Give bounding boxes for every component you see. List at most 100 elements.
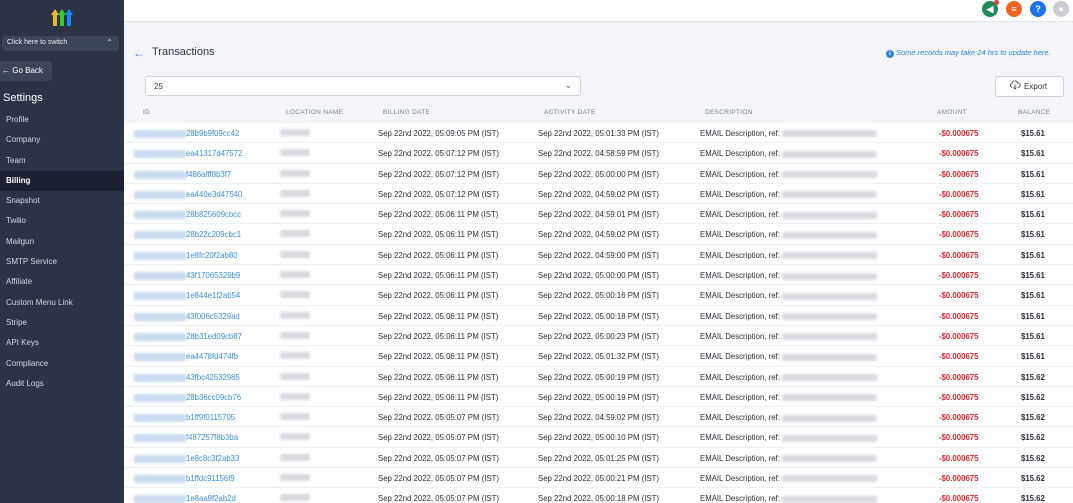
redacted-location (280, 271, 310, 279)
description-cell: EMAIL Description, ref: (700, 352, 878, 361)
sidebar-item-twilio[interactable]: Twilio (0, 211, 124, 231)
redacted-location (280, 210, 310, 218)
redacted-location (280, 250, 310, 258)
redacted-id-prefix (134, 211, 186, 220)
redacted-location (280, 129, 310, 136)
table-row: 43f17065329b9 Sep 22nd 2022, 05:06:11 PM … (124, 265, 1073, 286)
transaction-id-link[interactable]: ea41317d47572 (134, 149, 242, 158)
balance-cell: $15.61 (1021, 189, 1045, 199)
billing-date-cell: Sep 22nd 2022, 05:05:07 PM (IST) (378, 453, 499, 463)
cloud-download-icon (1010, 80, 1021, 90)
transaction-id-link[interactable]: 1e8c8c3f2ab33 (134, 454, 239, 463)
go-back-button[interactable]: ← Go Back (0, 61, 52, 81)
balance-cell: $15.61 (1021, 250, 1045, 260)
app-logo-icon[interactable] (50, 6, 74, 26)
redacted-location (280, 494, 310, 502)
transaction-id-link[interactable]: 43f17065329b9 (134, 271, 240, 280)
location-name-cell (280, 210, 310, 219)
redacted-id-prefix (134, 129, 186, 138)
redacted-location (280, 149, 310, 157)
sidebar-item-compliance[interactable]: Compliance (0, 354, 124, 374)
transaction-id-link[interactable]: f486afff8b3f7 (134, 170, 231, 179)
transaction-id-link[interactable]: 1e844e1f2ab54 (134, 291, 240, 300)
location-name-cell (280, 169, 310, 179)
activity-date-cell: Sep 22nd 2022, 05:00:16 PM (IST) (538, 291, 659, 301)
transaction-id: 43f006c5329ad (186, 311, 240, 321)
table-body: 28b9b9f09cc42 Sep 22nd 2022, 05:09:05 PM … (124, 123, 1073, 503)
activity-date-cell: Sep 22nd 2022, 04:59:01 PM (IST) (538, 210, 659, 220)
sidebar-item-affiliate[interactable]: Affiliate (0, 272, 124, 292)
description-cell: EMAIL Description, ref: (700, 494, 878, 503)
back-arrow-icon[interactable]: ← (133, 46, 145, 60)
list-icon[interactable]: ≡ (1006, 1, 1022, 17)
per-page-select[interactable]: 25 ⌄ (145, 76, 581, 96)
activity-date-cell: Sep 22nd 2022, 05:00:23 PM (IST) (538, 331, 659, 341)
description-text: EMAIL Description, ref: (700, 271, 780, 281)
transaction-id-link[interactable]: 28b22c209cbc1 (134, 230, 241, 239)
user-avatar-icon[interactable]: ● (1053, 1, 1069, 17)
table-row: 28b825609cbcc Sep 22nd 2022, 05:06:11 PM … (124, 204, 1073, 225)
description-cell: EMAIL Description, ref: (700, 332, 878, 341)
transaction-id: 28b36cc09cb76 (186, 392, 242, 402)
redacted-id-prefix (134, 251, 186, 260)
redacted-reference (782, 130, 878, 138)
sidebar-item-team[interactable]: Team (0, 151, 124, 171)
transaction-id-link[interactable]: 1e8fc20f2ab80 (134, 251, 238, 260)
transaction-id: f487257f8b3ba (186, 433, 239, 443)
redacted-location (280, 352, 310, 360)
sidebar-item-smtp-service[interactable]: SMTP Service (0, 252, 124, 272)
description-cell: EMAIL Description, ref: (700, 129, 878, 138)
balance-cell: $15.62 (1021, 392, 1045, 402)
sidebar-item-audit-logs[interactable]: Audit Logs (0, 374, 124, 394)
redacted-id-prefix (134, 150, 186, 159)
amount-cell: -$0.000675 (939, 433, 979, 443)
transaction-id-link[interactable]: 28b825609cbcc (134, 210, 241, 219)
redacted-id-prefix (134, 373, 186, 382)
sidebar-item-profile[interactable]: Profile (0, 110, 124, 130)
transaction-id-link[interactable]: 43fbc42532985 (134, 373, 240, 382)
billing-date-cell: Sep 22nd 2022, 05:06:11 PM (IST) (378, 392, 499, 402)
transaction-id-link[interactable]: 1e8aa9f2ab2d (134, 494, 236, 503)
transaction-id: f486afff8b3f7 (186, 169, 232, 179)
sidebar-item-mailgun[interactable]: Mailgun (0, 232, 124, 252)
location-switcher[interactable]: Click here to switch ⌃ (2, 36, 119, 51)
transaction-id-link[interactable]: 28b31ed09cb87 (134, 332, 242, 341)
redacted-reference (782, 434, 878, 442)
billing-date-cell: Sep 22nd 2022, 05:06:11 PM (IST) (378, 210, 499, 220)
go-back-label: Go Back (12, 66, 43, 75)
transaction-id-link[interactable]: 43f006c5329ad (134, 312, 240, 321)
redacted-reference (782, 475, 878, 483)
transaction-id: ea440e3d47540 (186, 189, 243, 199)
sidebar-item-stripe[interactable]: Stripe (0, 313, 124, 333)
sidebar-item-billing[interactable]: Billing (0, 170, 124, 192)
sidebar-item-api-keys[interactable]: API Keys (0, 333, 124, 353)
table-row: 1e8fc20f2ab80 Sep 22nd 2022, 05:06:11 PM … (124, 244, 1073, 266)
sidebar-item-custom-menu-link[interactable]: Custom Menu Link (0, 293, 124, 313)
per-page-value: 25 (154, 82, 163, 91)
transaction-id-link[interactable]: 28b36cc09cb76 (134, 393, 241, 402)
update-notice-text: Some records may take 24 hrs to update h… (896, 48, 1051, 57)
balance-cell: $15.61 (1021, 331, 1045, 341)
redacted-id-prefix (134, 170, 186, 179)
description-text: EMAIL Description, ref: (700, 230, 780, 240)
transaction-id: 43f17065329b9 (186, 271, 241, 281)
sidebar-item-snapshot[interactable]: Snapshot (0, 191, 124, 211)
location-name-cell (280, 250, 310, 260)
location-name-cell (280, 271, 310, 280)
transaction-id: b1ff9f0115705 (186, 413, 236, 423)
redacted-reference (782, 455, 878, 463)
transaction-id-link[interactable]: b1ffdc91156f9 (134, 474, 235, 483)
balance-cell: $15.61 (1021, 311, 1045, 321)
help-icon[interactable]: ? (1030, 1, 1046, 17)
transaction-id-link[interactable]: f487257f8b3ba (134, 433, 238, 442)
transaction-id-link[interactable]: b1ff9f0115705 (134, 413, 235, 422)
sidebar-item-company[interactable]: Company (0, 130, 124, 150)
transaction-id-link[interactable]: ea440e3d47540 (134, 190, 242, 199)
transaction-id-link[interactable]: 28b9b9f09cc42 (134, 129, 239, 138)
activity-date-cell: Sep 22nd 2022, 05:00:18 PM (IST) (538, 494, 659, 503)
transaction-id-link[interactable]: ea4478fd474fb (134, 352, 238, 361)
billing-date-cell: Sep 22nd 2022, 05:06:11 PM (IST) (378, 352, 499, 362)
location-name-cell (280, 494, 310, 503)
redacted-location (280, 413, 310, 421)
export-button[interactable]: Export (995, 76, 1064, 97)
